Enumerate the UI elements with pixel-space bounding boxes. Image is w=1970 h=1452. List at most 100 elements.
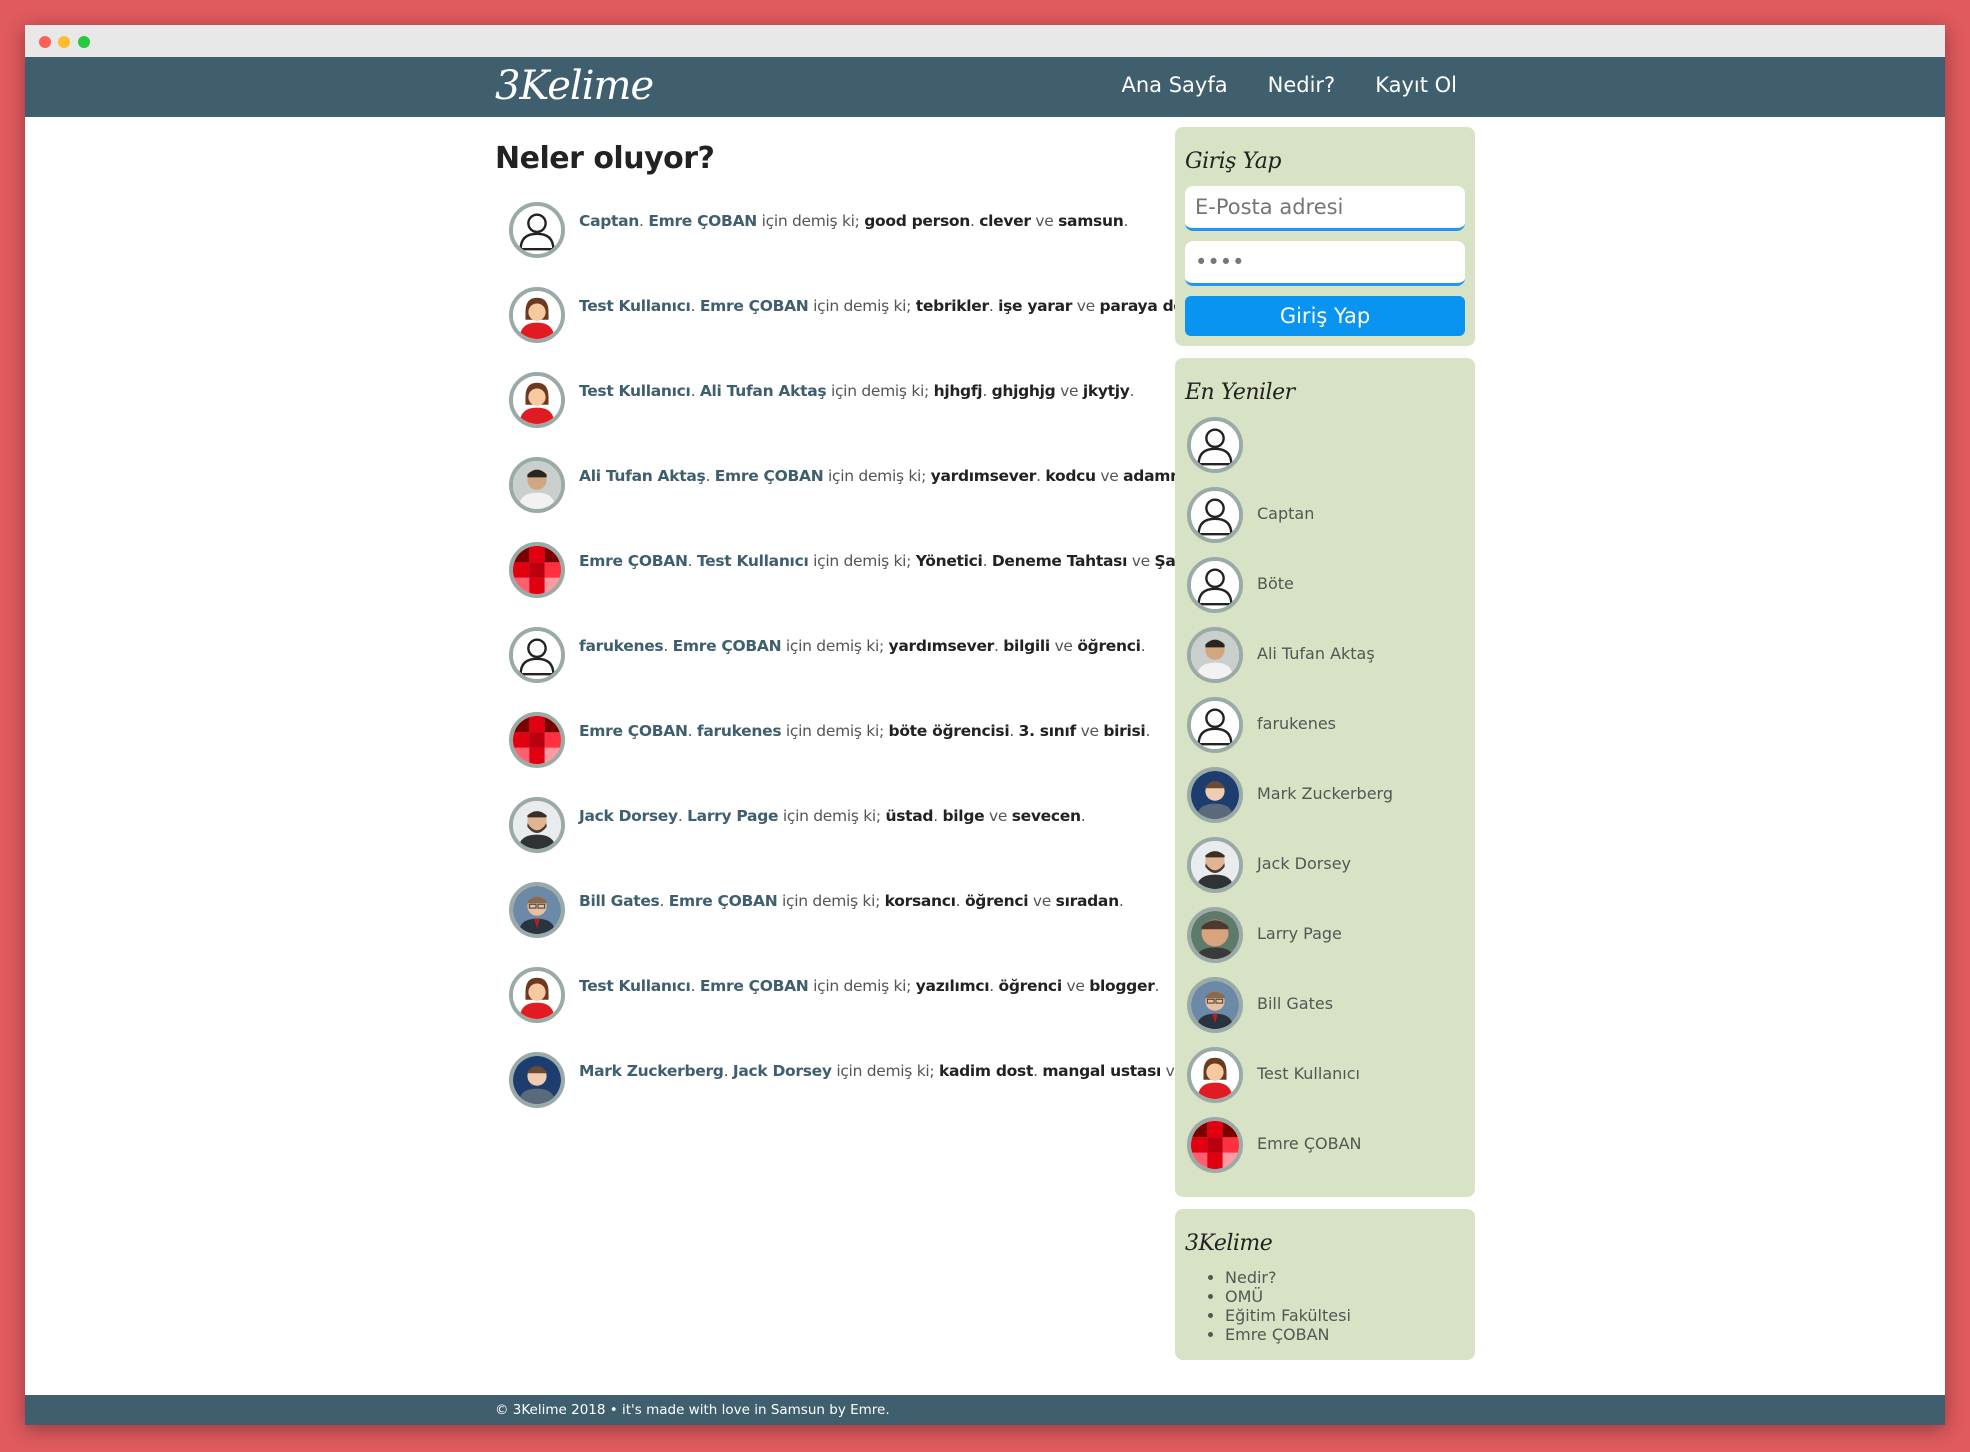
feed-from-user-link[interactable]: farukenes xyxy=(579,637,664,655)
about-link-nedir[interactable]: Nedir? xyxy=(1225,1268,1465,1287)
default-user-icon[interactable] xyxy=(1187,557,1243,613)
feed-word: bilge xyxy=(942,807,985,825)
email-input[interactable] xyxy=(1185,186,1465,231)
feed-to-user-link[interactable]: Emre ÇOBAN xyxy=(673,637,782,655)
default-user-icon[interactable] xyxy=(509,627,565,683)
minimize-window-button[interactable] xyxy=(58,36,70,48)
recent-user-name[interactable]: Emre ÇOBAN xyxy=(1257,1134,1362,1153)
recent-user-name[interactable]: Ali Tufan Aktaş xyxy=(1257,644,1375,663)
default-user-icon[interactable] xyxy=(1187,417,1243,473)
recent-user-item[interactable]: Jack Dorsey xyxy=(1185,837,1465,907)
about-link-author[interactable]: Emre ÇOBAN xyxy=(1225,1325,1465,1344)
recent-user-item[interactable]: Test Kullanıcı xyxy=(1185,1047,1465,1117)
feed-word: blogger xyxy=(1089,977,1155,995)
photo-avatar-ali-icon[interactable] xyxy=(509,457,565,513)
feed-from-user-link[interactable]: Jack Dorsey xyxy=(579,807,678,825)
default-user-icon[interactable] xyxy=(1187,487,1243,543)
feed-from-user-link[interactable]: Captan xyxy=(579,212,639,230)
recent-user-name[interactable]: Böte xyxy=(1257,574,1294,593)
feed-to-user-link[interactable]: Emre ÇOBAN xyxy=(715,467,824,485)
feed-from-user-link[interactable]: Emre ÇOBAN xyxy=(579,552,688,570)
feed-item-text: Emre ÇOBAN. Test Kullanıcı için demiş ki… xyxy=(579,552,1210,570)
female-avatar-icon[interactable] xyxy=(509,967,565,1023)
recent-user-item[interactable]: Captan xyxy=(1185,487,1465,557)
login-button[interactable]: Giriş Yap xyxy=(1185,296,1465,336)
feed-to-user-link[interactable]: Ali Tufan Aktaş xyxy=(700,382,827,400)
feed-from-user-link[interactable]: Bill Gates xyxy=(579,892,660,910)
separator: . xyxy=(639,212,649,230)
feed-word: yazılımcı xyxy=(915,977,990,995)
feed-word: korsancı xyxy=(884,892,956,910)
recent-user-item[interactable]: Emre ÇOBAN xyxy=(1185,1117,1465,1187)
feed-to-user-link[interactable]: Emre ÇOBAN xyxy=(700,977,809,995)
pixel-avatar-icon[interactable] xyxy=(1187,1117,1243,1173)
feed-to-user-link[interactable]: Jack Dorsey xyxy=(733,1062,832,1080)
recent-user-name[interactable]: Larry Page xyxy=(1257,924,1342,943)
photo-avatar-jack-icon[interactable] xyxy=(509,797,565,853)
recent-user-item[interactable]: Ali Tufan Aktaş xyxy=(1185,627,1465,697)
photo-avatar-larry-icon[interactable] xyxy=(1187,907,1243,963)
feed-word: jkytjy xyxy=(1082,382,1130,400)
recent-user-name[interactable]: Captan xyxy=(1257,504,1314,523)
recent-user-name[interactable]: Test Kullanıcı xyxy=(1257,1064,1360,1083)
photo-avatar-mark-icon[interactable] xyxy=(509,1052,565,1108)
recent-user-item[interactable]: Böte xyxy=(1185,557,1465,627)
recent-user-item[interactable]: farukenes xyxy=(1185,697,1465,767)
pixel-avatar-icon[interactable] xyxy=(509,542,565,598)
said-text: için demiş ki; xyxy=(761,212,860,230)
feed-to-user-link[interactable]: Emre ÇOBAN xyxy=(648,212,757,230)
photo-avatar-bill-icon[interactable] xyxy=(509,882,565,938)
photo-avatar-jack-icon[interactable] xyxy=(1187,837,1243,893)
close-window-button[interactable] xyxy=(39,36,51,48)
sidebar: Giriş Yap Giriş Yap En Yeniler Captan Böt… xyxy=(1175,127,1475,1372)
feed-item: Test Kullanıcı. Emre ÇOBAN için demiş ki… xyxy=(495,287,1244,372)
recent-user-name[interactable]: Mark Zuckerberg xyxy=(1257,784,1393,803)
feed-from-user-link[interactable]: Ali Tufan Aktaş xyxy=(579,467,706,485)
feed-from-user-link[interactable]: Test Kullanıcı xyxy=(579,297,691,315)
photo-avatar-mark-icon[interactable] xyxy=(1187,767,1243,823)
feed-from-user-link[interactable]: Test Kullanıcı xyxy=(579,382,691,400)
feed-word: yardımsever xyxy=(930,467,1037,485)
nav-home-link[interactable]: Ana Sayfa xyxy=(1122,73,1228,97)
separator: . xyxy=(687,552,697,570)
feed-to-user-link[interactable]: Emre ÇOBAN xyxy=(669,892,778,910)
default-user-icon[interactable] xyxy=(509,202,565,258)
feed-from-user-link[interactable]: Test Kullanıcı xyxy=(579,977,691,995)
recent-user-item[interactable]: Mark Zuckerberg xyxy=(1185,767,1465,837)
site-logo[interactable]: 3Kelime xyxy=(495,63,654,109)
separator: . xyxy=(1140,637,1146,655)
maximize-window-button[interactable] xyxy=(78,36,90,48)
feed-to-user-link[interactable]: Test Kullanıcı xyxy=(697,552,809,570)
feed-from-user-link[interactable]: Emre ÇOBAN xyxy=(579,722,688,740)
female-avatar-icon[interactable] xyxy=(509,287,565,343)
feed-word: tebrikler xyxy=(915,297,989,315)
recent-user-name[interactable]: Bill Gates xyxy=(1257,994,1333,1013)
password-input[interactable] xyxy=(1185,241,1465,286)
default-user-icon[interactable] xyxy=(1187,697,1243,753)
pixel-avatar-icon[interactable] xyxy=(509,712,565,768)
about-link-faculty[interactable]: Eğitim Fakültesi xyxy=(1225,1306,1465,1325)
about-link-omu[interactable]: OMÜ xyxy=(1225,1287,1465,1306)
photo-avatar-ali-icon[interactable] xyxy=(1187,627,1243,683)
female-avatar-icon[interactable] xyxy=(509,372,565,428)
nav-register-link[interactable]: Kayıt Ol xyxy=(1375,73,1457,97)
feed-from-user-link[interactable]: Mark Zuckerberg xyxy=(579,1062,724,1080)
recent-user-item[interactable] xyxy=(1185,417,1465,487)
and-text: ve xyxy=(988,807,1008,825)
separator: . xyxy=(1080,807,1086,825)
recent-user-name[interactable]: farukenes xyxy=(1257,714,1336,733)
feed-to-user-link[interactable]: Larry Page xyxy=(687,807,778,825)
feed-word: öğrenci xyxy=(998,977,1063,995)
separator: . xyxy=(1123,212,1129,230)
recent-user-name[interactable]: Jack Dorsey xyxy=(1257,854,1351,873)
female-avatar-icon[interactable] xyxy=(1187,1047,1243,1103)
nav-about-link[interactable]: Nedir? xyxy=(1268,73,1336,97)
photo-avatar-bill-icon[interactable] xyxy=(1187,977,1243,1033)
feed-to-user-link[interactable]: farukenes xyxy=(697,722,782,740)
feed-to-user-link[interactable]: Emre ÇOBAN xyxy=(700,297,809,315)
separator: . xyxy=(659,892,669,910)
recent-user-item[interactable]: Bill Gates xyxy=(1185,977,1465,1047)
separator: . xyxy=(1033,1062,1043,1080)
feed-word: birisi xyxy=(1103,722,1146,740)
recent-user-item[interactable]: Larry Page xyxy=(1185,907,1465,977)
